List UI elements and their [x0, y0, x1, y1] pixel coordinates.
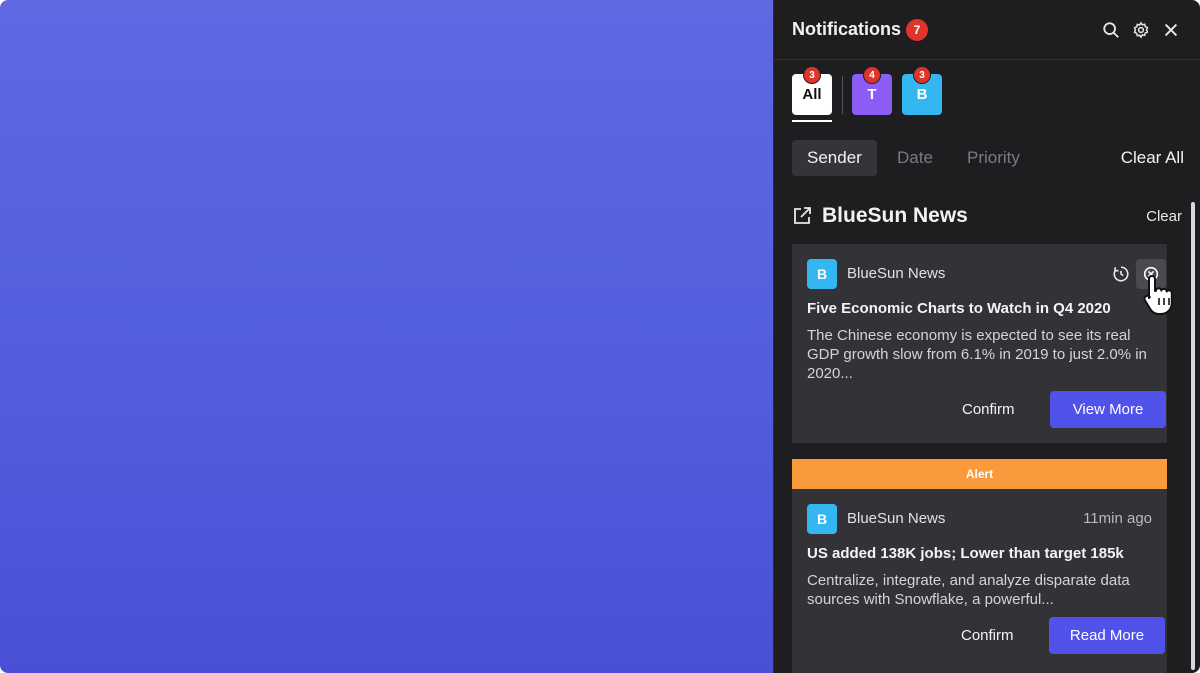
sender-name: BlueSun News	[847, 265, 946, 282]
sender-name: BlueSun News	[847, 510, 946, 527]
notification-body: Centralize, integrate, and analyze dispa…	[807, 572, 1130, 608]
panel-title: Notifications	[792, 19, 902, 39]
notifications-panel: Notifications 7 3 All 4 T 3 B Sender Dat…	[773, 0, 1200, 673]
notification-body: The Chinese economy is expected to see i…	[807, 327, 1147, 382]
confirm-button[interactable]: Confirm	[948, 391, 1029, 428]
filter-count-badge: 3	[913, 66, 931, 84]
panel-header: Notifications 7	[774, 0, 1200, 60]
close-icon[interactable]	[1160, 19, 1182, 41]
notification-headline: Five Economic Charts to Watch in Q4 2020	[807, 300, 1111, 317]
scrollbar[interactable]	[1191, 202, 1195, 670]
view-more-button[interactable]: View More	[1050, 391, 1166, 428]
gear-icon[interactable]	[1130, 19, 1152, 41]
filter-divider	[842, 76, 843, 114]
sort-tabs: Sender Date Priority Clear All	[792, 140, 1184, 176]
screen: Notifications 7 3 All 4 T 3 B Sender Dat…	[0, 0, 1200, 673]
search-icon[interactable]	[1100, 19, 1122, 41]
unread-count-badge: 7	[906, 19, 928, 41]
filter-sender-t[interactable]: 4 T	[852, 66, 892, 115]
read-more-button[interactable]: Read More	[1049, 617, 1165, 654]
filter-count-badge: 3	[803, 66, 821, 84]
notification-card[interactable]: B BlueSun News 11min ago US added 138K j…	[792, 489, 1167, 673]
alert-tag: Alert	[792, 459, 1167, 489]
filter-label: B	[916, 86, 928, 103]
sender-avatar: B	[807, 259, 837, 289]
tab-sender[interactable]: Sender	[792, 140, 877, 176]
group-clear-button[interactable]: Clear	[1146, 208, 1182, 225]
sender-group-header: BlueSun News Clear	[792, 200, 1184, 232]
tab-priority[interactable]: Priority	[952, 140, 1035, 176]
group-title: BlueSun News	[822, 204, 968, 227]
filter-label: T	[867, 86, 877, 103]
tab-date[interactable]: Date	[882, 140, 948, 176]
snooze-icon[interactable]	[1106, 259, 1136, 289]
filter-sender-b[interactable]: 3 B	[902, 66, 942, 115]
notification-time: 11min ago	[1083, 510, 1152, 527]
filter-count-badge: 4	[863, 66, 881, 84]
dismiss-icon[interactable]	[1136, 259, 1166, 289]
filter-label: All	[802, 86, 822, 103]
notification-card[interactable]: B BlueSun News Five Economic Charts to W…	[792, 244, 1167, 443]
notification-headline: US added 138K jobs; Lower than target 18…	[807, 545, 1124, 562]
filter-all[interactable]: 3 All	[792, 66, 832, 115]
active-filter-indicator	[792, 120, 832, 122]
confirm-button[interactable]: Confirm	[947, 617, 1028, 654]
external-link-icon[interactable]	[792, 206, 812, 226]
clear-all-button[interactable]: Clear All	[1121, 140, 1184, 176]
desktop-background	[0, 0, 773, 673]
sender-avatar: B	[807, 504, 837, 534]
